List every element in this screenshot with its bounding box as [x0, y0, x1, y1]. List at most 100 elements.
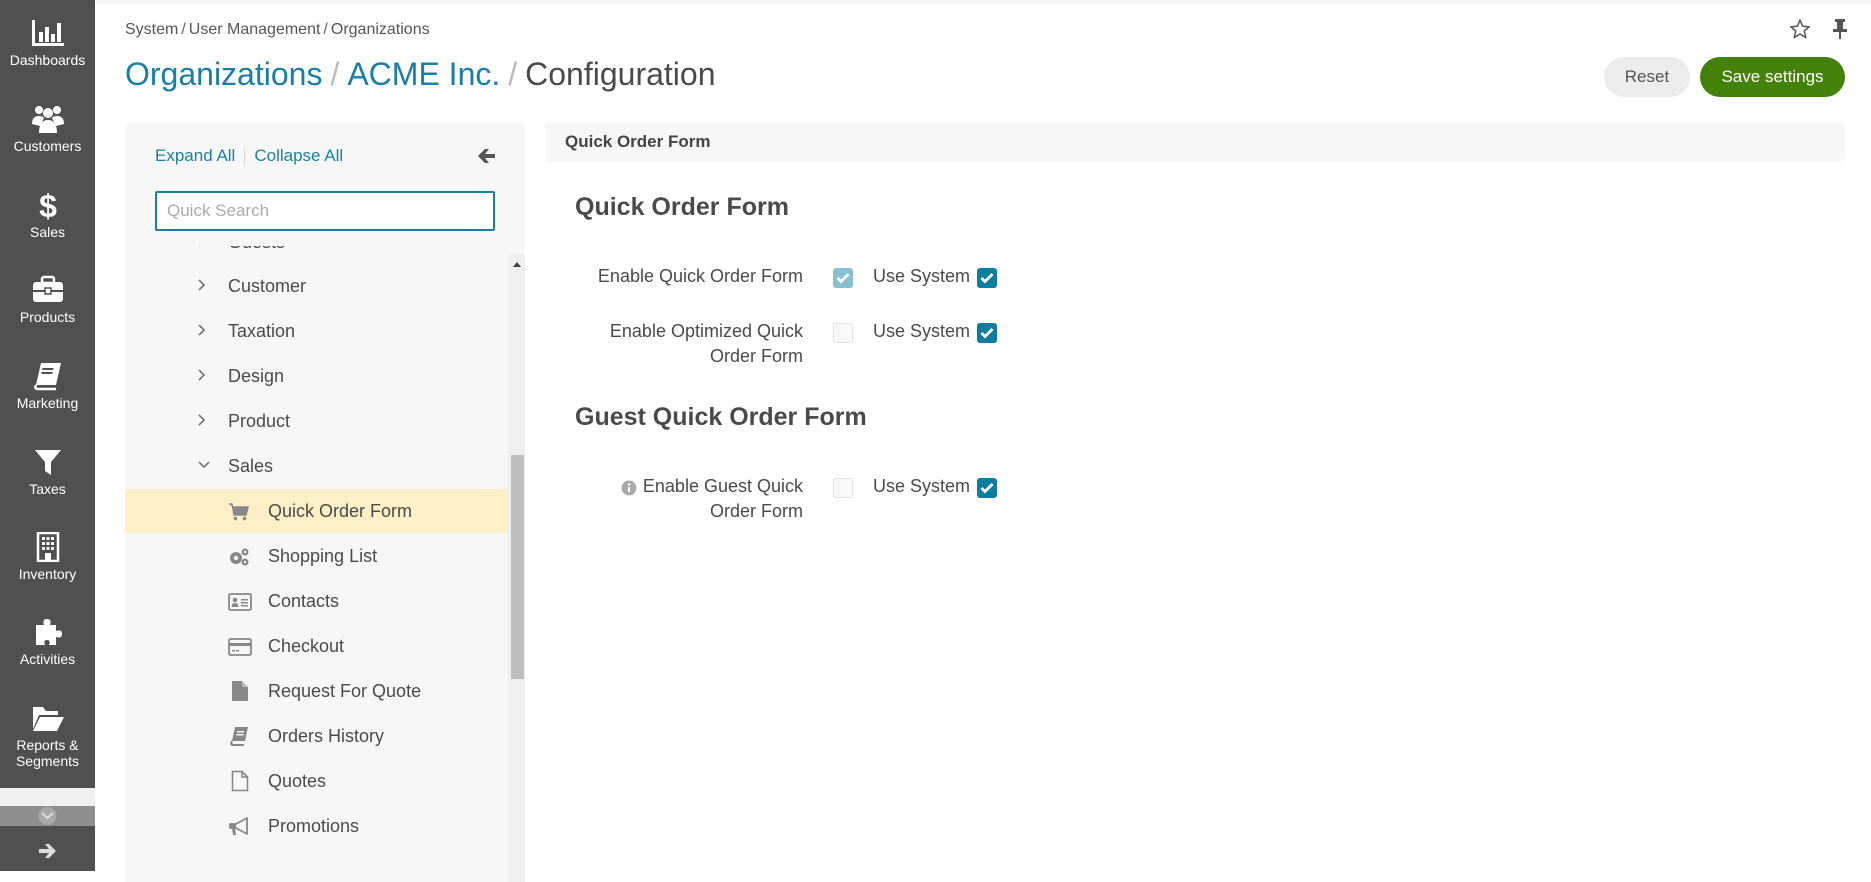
- breadcrumb-item[interactable]: Organizations: [331, 21, 430, 38]
- enable-quick-order-form-checkbox[interactable]: [833, 268, 853, 288]
- chevron-down-icon: [198, 461, 210, 469]
- bar-chart-icon: [31, 20, 64, 46]
- nav-item-products[interactable]: Products: [0, 275, 95, 355]
- save-settings-button[interactable]: Save settings: [1700, 57, 1845, 97]
- use-system-label: Use System: [873, 266, 971, 286]
- pin-button[interactable]: [1831, 18, 1849, 45]
- tree-item-request-for-quote[interactable]: Request For Quote: [125, 669, 508, 713]
- field-label-enable-guest-quick-order-form: Enable Guest Quick Order Form: [573, 474, 803, 524]
- tree-item-orders-history[interactable]: Orders History: [125, 714, 508, 758]
- tree-item-promotions[interactable]: Promotions: [125, 804, 508, 848]
- nav-label: Reports &: [16, 737, 79, 753]
- breadcrumb-item[interactable]: System: [125, 21, 178, 38]
- nav-item-inventory[interactable]: Inventory: [0, 532, 95, 612]
- tree-list: Guests Customer Taxation Design Product …: [125, 246, 525, 882]
- id-card-icon: [228, 593, 252, 611]
- tree-item-label: Orders History: [268, 726, 385, 746]
- bullhorn-icon: [229, 817, 248, 835]
- tree-item-contacts[interactable]: Contacts: [125, 579, 508, 623]
- expand-all-link[interactable]: Expand All: [155, 146, 235, 165]
- building-icon: [36, 532, 59, 562]
- tree-scrollbar-thumb[interactable]: [511, 455, 524, 679]
- tree-item-quotes[interactable]: Quotes: [125, 759, 508, 803]
- nav-expand-button[interactable]: [0, 840, 95, 868]
- tree-item-label: Taxation: [228, 321, 296, 341]
- cogs-icon: [230, 548, 249, 566]
- main-navigation: Dashboards Customers $ Sales Products Ma…: [0, 0, 95, 871]
- nav-item-taxes[interactable]: Taxes: [0, 447, 95, 527]
- users-icon: [31, 106, 64, 133]
- top-strip: [0, 0, 1871, 4]
- checkmark-icon: [980, 483, 994, 494]
- credit-card-icon: [228, 638, 252, 656]
- reset-button[interactable]: Reset: [1604, 57, 1690, 97]
- tree-item-checkout[interactable]: Checkout: [125, 624, 508, 668]
- tree-item-label: Quotes: [268, 771, 327, 791]
- breadcrumb-separator: /: [181, 21, 186, 38]
- arrow-right-icon: [38, 844, 56, 858]
- chevron-right-icon: [198, 414, 206, 426]
- nav-label: Dashboards: [9, 52, 86, 68]
- nav-label: Segments: [15, 753, 80, 769]
- book-icon: [230, 727, 248, 746]
- file-outline-icon: [231, 770, 249, 792]
- scroll-up-arrow-icon[interactable]: [513, 262, 521, 267]
- tree-item-label: Product: [228, 411, 291, 431]
- title-link-organizations[interactable]: Organizations: [125, 56, 322, 92]
- nav-item-dashboards[interactable]: Dashboards: [0, 18, 95, 98]
- tree-item-taxation[interactable]: Taxation: [125, 309, 508, 353]
- gear-icon: [38, 807, 57, 825]
- nav-item-reports-segments[interactable]: Reports & Segments: [0, 703, 95, 787]
- nav-more-button[interactable]: [0, 806, 95, 826]
- quick-search-input[interactable]: [155, 191, 495, 231]
- chevron-right-icon: [198, 279, 206, 291]
- nav-label: Products: [19, 309, 76, 325]
- tree-item-label: Contacts: [268, 591, 340, 611]
- enable-optimized-quick-order-form-checkbox[interactable]: [833, 323, 853, 343]
- use-system-label: Use System: [873, 321, 971, 341]
- collapse-all-link[interactable]: Collapse All: [254, 146, 343, 165]
- nav-item-customers[interactable]: Customers: [0, 104, 95, 184]
- nav-label: Inventory: [18, 566, 77, 582]
- favorite-button[interactable]: [1789, 18, 1811, 45]
- field-label-text: Enable Guest Quick: [642, 476, 803, 496]
- collapse-panel-button[interactable]: [477, 146, 497, 171]
- nav-label: Sales: [29, 224, 66, 240]
- section-title-quick-order-form: Quick Order Form: [575, 193, 789, 221]
- checkmark-icon: [980, 328, 994, 339]
- dollar-icon: $: [39, 190, 57, 220]
- tree-item-quick-order-form[interactable]: Quick Order Form: [125, 489, 508, 533]
- nav-label: Marketing: [16, 395, 79, 411]
- tree-item-label: Customer: [228, 276, 307, 296]
- tree-item-design[interactable]: Design: [125, 354, 508, 398]
- nav-label: Activities: [19, 651, 76, 667]
- book-icon: [33, 363, 61, 391]
- tree-item-label: Sales: [228, 456, 274, 476]
- nav-item-sales[interactable]: $ Sales: [0, 190, 95, 270]
- folder-open-icon: [32, 707, 64, 731]
- actions-divider: [244, 147, 246, 166]
- svg-text:$: $: [39, 190, 57, 220]
- use-system-checkbox-enable-guest-quick-order-form[interactable]: [977, 478, 997, 498]
- puzzle-icon: [35, 619, 62, 645]
- tree-item-guests[interactable]: Guests: [125, 246, 508, 264]
- tree-item-shopping-list[interactable]: Shopping List: [125, 534, 508, 578]
- nav-label: Taxes: [29, 481, 66, 497]
- tree-item-label: Request For Quote: [268, 681, 422, 701]
- use-system-checkbox-enable-optimized-quick-order-form[interactable]: [977, 323, 997, 343]
- tree-item-customer[interactable]: Customer: [125, 264, 508, 308]
- nav-item-activities[interactable]: Activities: [0, 617, 95, 697]
- tree-item-sales[interactable]: Sales: [125, 444, 508, 488]
- arrow-left-icon: [478, 149, 495, 163]
- use-system-checkbox-enable-quick-order-form[interactable]: [977, 268, 997, 288]
- nav-item-marketing[interactable]: Marketing: [0, 361, 95, 441]
- title-link-organization[interactable]: ACME Inc.: [347, 56, 500, 92]
- use-system-label: Use System: [873, 476, 971, 496]
- tree-item-label: Promotions: [268, 816, 360, 836]
- tree-item-product[interactable]: Product: [125, 399, 508, 443]
- enable-guest-quick-order-form-checkbox[interactable]: [833, 478, 853, 498]
- tree-item-label: Quick Order Form: [268, 501, 413, 521]
- briefcase-icon: [32, 275, 63, 302]
- checkmark-icon: [836, 273, 850, 284]
- breadcrumb-item[interactable]: User Management: [189, 21, 321, 38]
